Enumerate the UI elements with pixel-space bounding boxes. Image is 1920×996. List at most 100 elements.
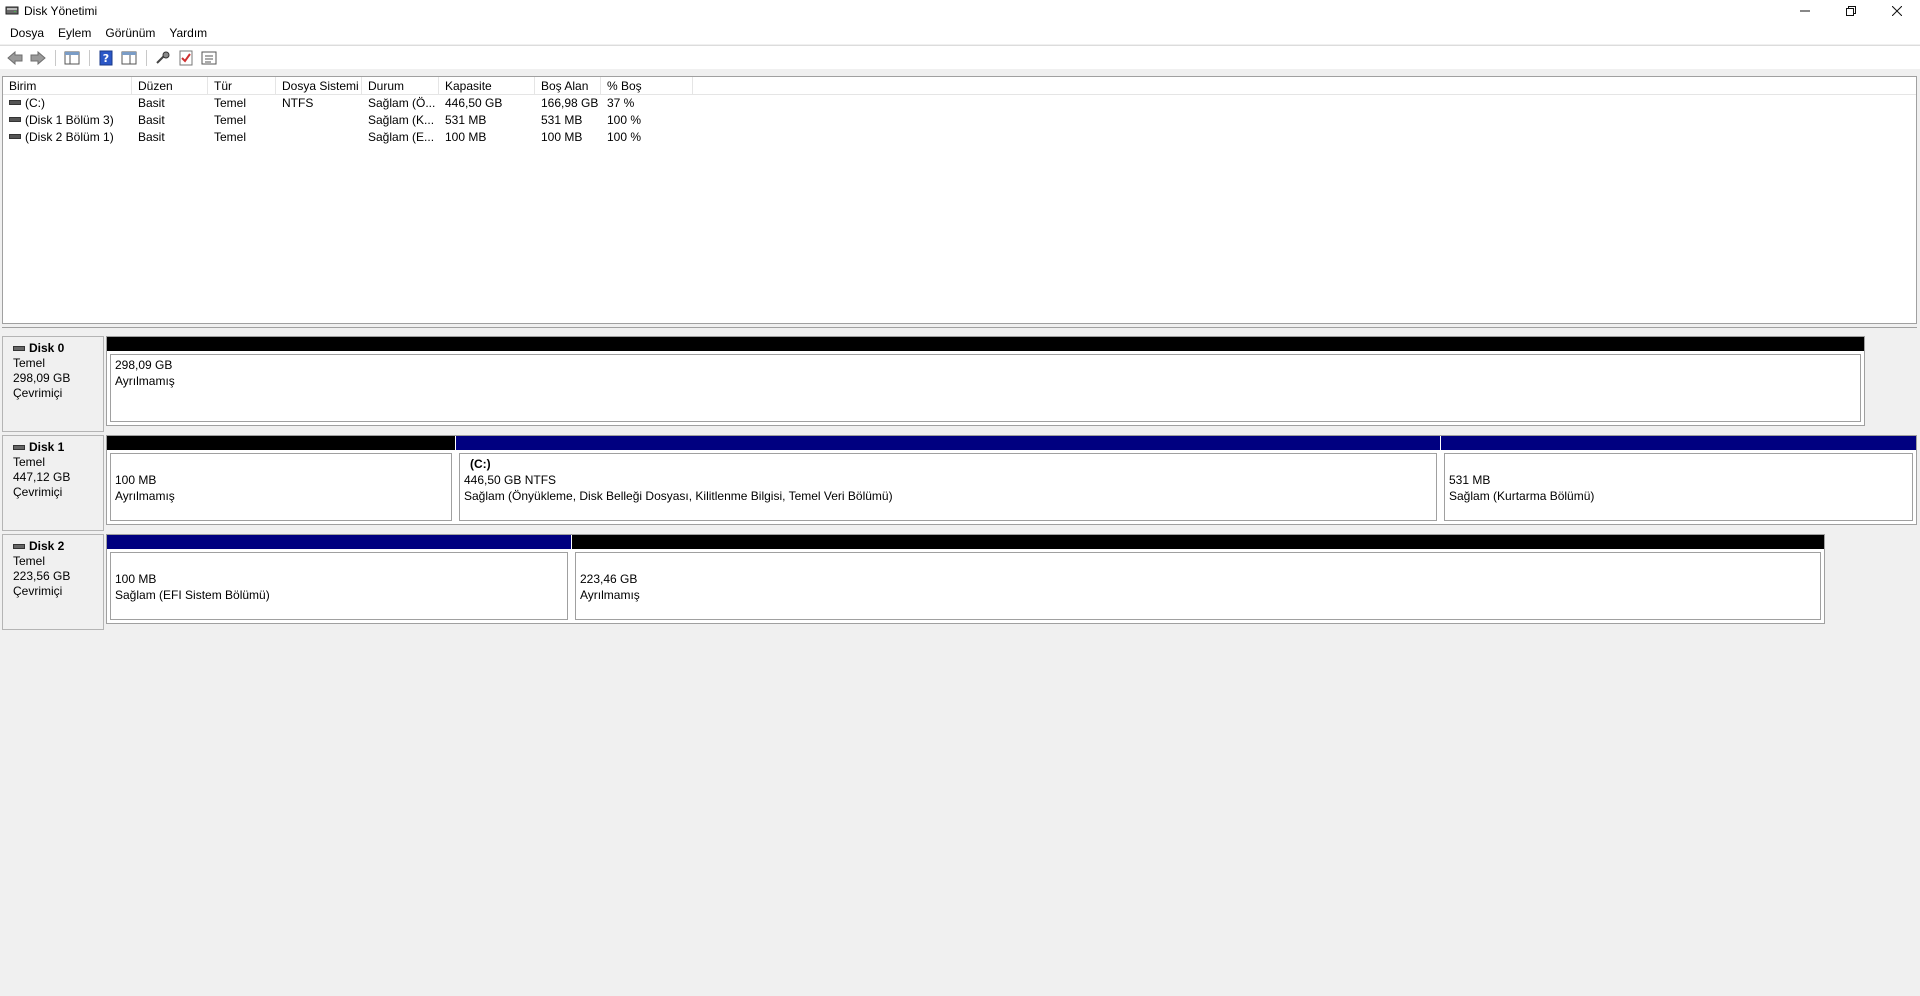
cell-tur: Temel [214,113,247,127]
cell-kapasite: 100 MB [445,130,487,144]
cell-yuzde-bos: 37 % [607,96,635,110]
partition-block[interactable]: 298,09 GB Ayrılmamış [107,337,1864,425]
menu-bar: Dosya Eylem Görünüm Yardım [0,22,1920,44]
partition-spacer [115,555,567,571]
list-icon[interactable] [198,48,220,68]
partition-block[interactable]: 531 MB Sağlam (Kurtarma Bölümü) [1441,436,1916,524]
close-button[interactable] [1874,0,1920,22]
disk-row-2: Disk 2 Temel 223,56 GB Çevrimiçi 100 MB … [2,534,1917,630]
connect-icon[interactable] [152,48,174,68]
partition-strip: 298,09 GB Ayrılmamış [106,336,1865,426]
column-header-birim[interactable]: Birim [3,77,132,95]
disk-name: Disk 2 [13,539,103,554]
partition-size: 100 MB [115,572,157,586]
disk-type: Temel [13,356,46,370]
cell-bos-alan: 531 MB [541,113,583,127]
menu-eylem[interactable]: Eylem [51,22,98,44]
volume-name: (C:) [25,96,45,110]
menu-yardim[interactable]: Yardım [162,22,214,44]
disk-label[interactable]: Disk 2 Temel 223,56 GB Çevrimiçi [2,534,104,630]
partition-block[interactable]: 223,46 GB Ayrılmamış [572,535,1824,623]
check-icon[interactable] [175,48,197,68]
cell-durum: Sağlam (K... [368,113,435,127]
partition-block[interactable]: 100 MB Sağlam (EFI Sistem Bölümü) [107,535,571,623]
disk-status: Çevrimiçi [13,584,63,598]
partition-spacer [115,456,451,472]
partition-body: (C:) 446,50 GB NTFS Sağlam (Önyükleme, D… [459,453,1437,521]
volume-list-header: Birim Düzen Tür Dosya Sistemi Durum Kapa… [3,77,1916,95]
cell-durum: Sağlam (Ö... [368,96,436,110]
column-header-duzen[interactable]: Düzen [132,77,208,95]
column-header-kapasite[interactable]: Kapasite [439,77,535,95]
partition-spacer [1449,456,1912,472]
forward-arrow-icon[interactable] [27,48,49,68]
partition-desc: Sağlam (Önyükleme, Disk Belleği Dosyası,… [464,489,893,503]
disk-name-text: Disk 2 [29,539,65,553]
partition-bar [107,436,455,450]
disk-status: Çevrimiçi [13,386,63,400]
cell-tur: Temel [214,130,247,144]
disk-size: 223,56 GB [13,569,71,583]
cell-dosya-sistemi [276,112,362,129]
partition-size: 531 MB [1449,473,1491,487]
partition-size: 100 MB [115,473,157,487]
toolbar: ? [0,45,1920,69]
partition-bar [572,535,1824,549]
volume-icon [9,100,21,106]
cell-dosya-sistemi: NTFS [282,96,314,110]
partition-bar [1441,436,1916,450]
disk-management-app-icon [4,3,20,19]
disk-name: Disk 1 [13,440,103,455]
disk-label[interactable]: Disk 1 Temel 447,12 GB Çevrimiçi [2,435,104,531]
partition-name: (C:) [470,457,491,471]
toolbar-separator [146,49,147,66]
partition-block[interactable]: (C:) 446,50 GB NTFS Sağlam (Önyükleme, D… [456,436,1440,524]
disk-icon [13,346,25,351]
table-row[interactable]: (Disk 2 Bölüm 1) Basit Temel Sağlam (E..… [3,129,1916,146]
partition-body: 100 MB Sağlam (EFI Sistem Bölümü) [110,552,568,620]
disk-graphical-view: Disk 0 Temel 298,09 GB Çevrimiçi 298,09 … [2,327,1917,996]
cell-bos-alan: 166,98 GB [541,96,599,110]
disk-type: Temel [13,554,46,568]
volume-name: (Disk 1 Bölüm 3) [25,113,114,127]
cell-duzen: Basit [138,96,165,110]
disk-icon [13,544,25,549]
disk-name-text: Disk 1 [29,440,65,454]
column-header-dosya-sistemi[interactable]: Dosya Sistemi [276,77,362,95]
partition-body: 531 MB Sağlam (Kurtarma Bölümü) [1444,453,1913,521]
volume-icon [9,117,21,123]
disk-type: Temel [13,455,46,469]
menu-gorunum[interactable]: Görünüm [98,22,162,44]
partition-desc: Sağlam (EFI Sistem Bölümü) [115,588,270,602]
column-header-tur[interactable]: Tür [208,77,276,95]
disk-name: Disk 0 [13,341,103,356]
table-row[interactable]: (C:) Basit Temel NTFS Sağlam (Ö... 446,5… [3,95,1916,112]
column-header-durum[interactable]: Durum [362,77,439,95]
table-row[interactable]: (Disk 1 Bölüm 3) Basit Temel Sağlam (K..… [3,112,1916,129]
menu-dosya[interactable]: Dosya [3,22,51,44]
cell-kapasite: 446,50 GB [445,96,503,110]
partition-body: 100 MB Ayrılmamış [110,453,452,521]
volume-icon [9,134,21,140]
cell-yuzde-bos: 100 % [607,130,642,144]
window-title: Disk Yönetimi [24,4,98,18]
restore-button[interactable] [1828,0,1874,22]
partition-bar [107,337,1864,351]
help-icon[interactable]: ? [95,48,117,68]
partition-desc: Ayrılmamış [115,489,175,503]
cell-bos-alan: 100 MB [541,130,583,144]
partition-block[interactable]: 100 MB Ayrılmamış [107,436,455,524]
column-header-yuzde-bos[interactable]: % Boş [601,77,693,95]
console-tree-icon[interactable] [61,48,83,68]
partition-body: 223,46 GB Ayrılmamış [575,552,1821,620]
minimize-button[interactable] [1782,0,1828,22]
window-controls [1782,0,1920,22]
partition-bar [107,535,571,549]
partition-bar [456,436,1440,450]
column-header-bos-alan[interactable]: Boş Alan [535,77,601,95]
disk-label[interactable]: Disk 0 Temel 298,09 GB Çevrimiçi [2,336,104,432]
properties-icon[interactable] [118,48,140,68]
cell-birim: (Disk 2 Bölüm 1) [3,129,132,146]
back-arrow-icon[interactable] [4,48,26,68]
cell-durum: Sağlam (E... [368,130,435,144]
